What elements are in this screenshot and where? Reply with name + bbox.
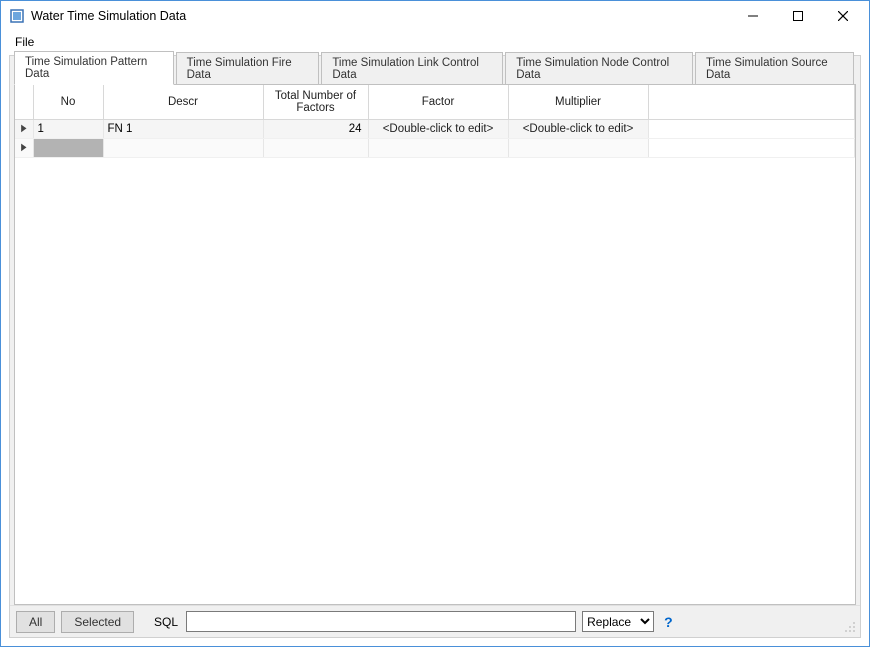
cell-descr[interactable] — [103, 138, 263, 157]
column-header-total[interactable]: Total Number of Factors — [263, 85, 368, 119]
menu-file[interactable]: File — [7, 33, 42, 51]
cell-multiplier[interactable] — [508, 138, 648, 157]
bottombar: All Selected SQL Replace ? — [10, 605, 860, 637]
close-button[interactable] — [820, 2, 865, 30]
row-marker-icon: ▶ — [21, 142, 26, 153]
tab-fire-data[interactable]: Time Simulation Fire Data — [176, 52, 320, 85]
tab-link-control-data[interactable]: Time Simulation Link Control Data — [321, 52, 503, 85]
tabstrip: Time Simulation Pattern Data Time Simula… — [10, 56, 860, 84]
tab-panel: No Descr Total Number of Factors Factor … — [14, 84, 856, 605]
tab-pattern-data[interactable]: Time Simulation Pattern Data — [14, 51, 174, 85]
cell-descr[interactable]: FN 1 — [103, 119, 263, 138]
maximize-button[interactable] — [775, 2, 820, 30]
all-button[interactable]: All — [16, 611, 55, 633]
minimize-button[interactable] — [730, 2, 775, 30]
app-icon — [9, 8, 25, 24]
cell-blank — [648, 119, 855, 138]
help-icon[interactable]: ? — [664, 614, 673, 630]
row-selector[interactable]: ▶ — [15, 138, 33, 157]
resize-grip-icon[interactable] — [842, 619, 856, 633]
column-header-no[interactable]: No — [33, 85, 103, 119]
cell-factor[interactable]: <Double-click to edit> — [368, 119, 508, 138]
data-grid[interactable]: No Descr Total Number of Factors Factor … — [15, 85, 855, 158]
cell-no[interactable]: 1 — [33, 119, 103, 138]
column-header-blank — [648, 85, 855, 119]
table-row[interactable]: ▶ 1 FN 1 24 <Double-click to edit> <Doub… — [15, 119, 855, 138]
sql-label: SQL — [154, 615, 178, 629]
selected-button[interactable]: Selected — [61, 611, 134, 633]
cell-no[interactable] — [33, 138, 103, 157]
menubar: File — [1, 31, 869, 53]
window-title: Water Time Simulation Data — [31, 9, 186, 23]
table-row-new[interactable]: ▶ — [15, 138, 855, 157]
cell-factor[interactable] — [368, 138, 508, 157]
cell-blank — [648, 138, 855, 157]
titlebar: Water Time Simulation Data — [1, 1, 869, 31]
column-header-rowselector — [15, 85, 33, 119]
column-header-descr[interactable]: Descr — [103, 85, 263, 119]
window-controls — [730, 2, 865, 30]
cell-total[interactable] — [263, 138, 368, 157]
cell-multiplier[interactable]: <Double-click to edit> — [508, 119, 648, 138]
column-header-factor[interactable]: Factor — [368, 85, 508, 119]
tab-source-data[interactable]: Time Simulation Source Data — [695, 52, 854, 85]
column-header-multiplier[interactable]: Multiplier — [508, 85, 648, 119]
tab-node-control-data[interactable]: Time Simulation Node Control Data — [505, 52, 693, 85]
row-selector[interactable]: ▶ — [15, 119, 33, 138]
replace-select[interactable]: Replace — [582, 611, 654, 632]
row-marker-icon: ▶ — [21, 123, 26, 134]
sql-input[interactable] — [186, 611, 576, 632]
client-area: Time Simulation Pattern Data Time Simula… — [9, 55, 861, 638]
app-window: Water Time Simulation Data File Time Sim… — [0, 0, 870, 647]
cell-total[interactable]: 24 — [263, 119, 368, 138]
